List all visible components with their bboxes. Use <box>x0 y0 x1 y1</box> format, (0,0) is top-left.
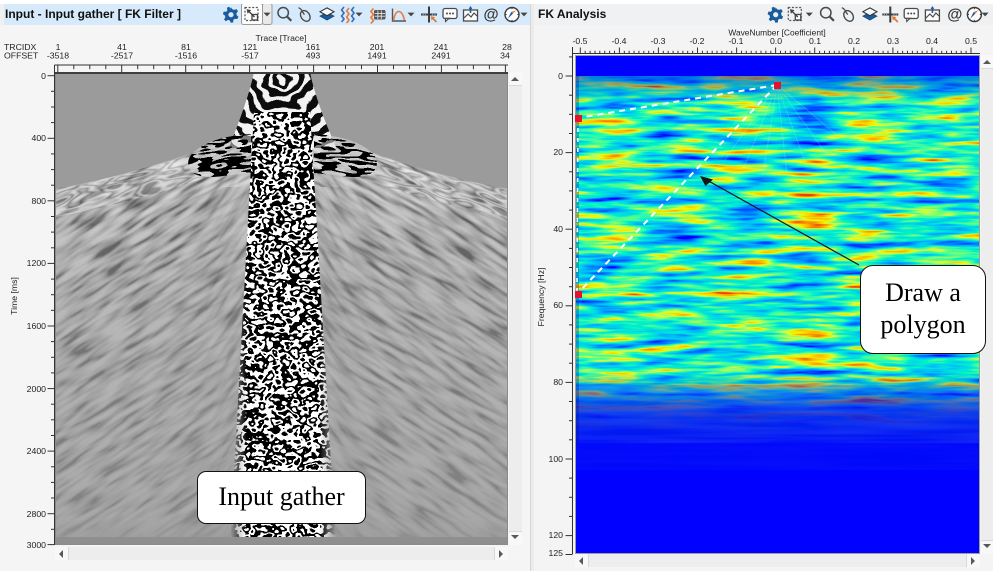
svg-text:1491: 1491 <box>367 51 386 61</box>
svg-text:400: 400 <box>32 133 47 143</box>
svg-text:1200: 1200 <box>27 258 46 268</box>
svg-text:0: 0 <box>41 71 46 81</box>
svg-text:-2517: -2517 <box>111 51 133 61</box>
svg-text:Time [ms]: Time [ms] <box>9 277 19 315</box>
svg-text:Trace [Trace]: Trace [Trace] <box>255 33 306 43</box>
svg-text:2800: 2800 <box>27 509 46 519</box>
svg-text:2000: 2000 <box>27 384 46 394</box>
svg-text:493: 493 <box>306 51 321 61</box>
svg-text:OFFSET: OFFSET <box>4 51 39 61</box>
svg-text:1600: 1600 <box>27 321 46 331</box>
svg-text:-517: -517 <box>241 51 259 61</box>
svg-text:-1516: -1516 <box>175 51 197 61</box>
svg-text:3000: 3000 <box>27 540 46 550</box>
svg-text:2491: 2491 <box>431 51 450 61</box>
svg-text:34: 34 <box>500 51 510 61</box>
svg-text:-3518: -3518 <box>47 51 69 61</box>
svg-text:2400: 2400 <box>27 446 46 456</box>
svg-text:800: 800 <box>32 196 47 206</box>
